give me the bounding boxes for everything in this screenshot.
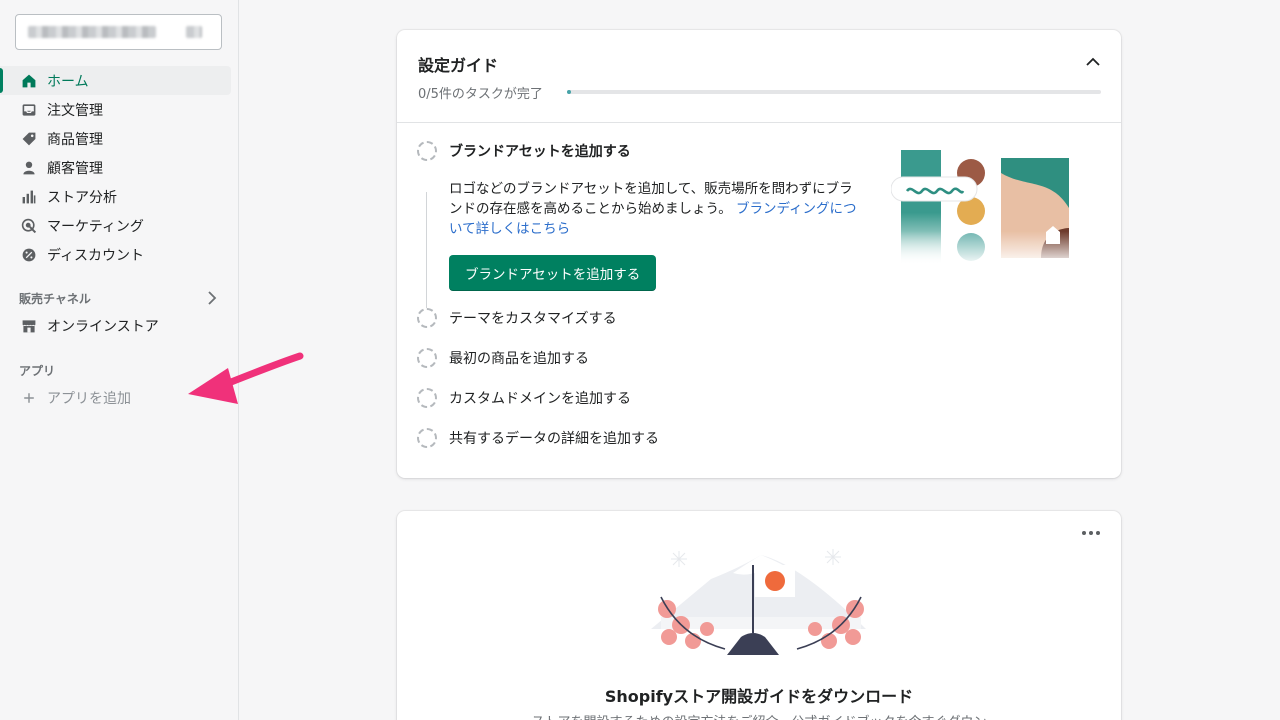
store-name-redacted xyxy=(186,26,202,38)
nav-item-marketing[interactable]: マーケティング xyxy=(0,211,231,240)
setup-guide-title: 設定ガイド xyxy=(418,56,499,75)
store-icon xyxy=(20,317,38,335)
nav-item-analytics[interactable]: ストア分析 xyxy=(0,182,231,211)
dashed-circle-icon[interactable] xyxy=(417,428,437,448)
download-guide-title: Shopifyストア開設ガイドをダウンロード xyxy=(604,687,914,706)
nav-item-discounts[interactable]: ディスカウント xyxy=(0,240,231,269)
nav-item-home[interactable]: ホーム xyxy=(0,66,231,95)
sales-channels-heading: 販売チャネル xyxy=(19,288,219,308)
task-description: ロゴなどのブランドアセットを追加して、販売場所を問わずにブランドの存在感を高める… xyxy=(449,179,859,239)
nav-label: ホーム xyxy=(47,73,89,90)
store-selector[interactable] xyxy=(15,14,222,50)
apps-nav: アプリを追加 xyxy=(0,383,239,412)
task-item[interactable]: 最初の商品を追加する xyxy=(417,348,589,368)
discount-icon xyxy=(20,246,38,264)
progress-bar-fill xyxy=(567,90,571,94)
apps-heading: アプリ xyxy=(19,360,219,380)
nav-item-products[interactable]: 商品管理 xyxy=(0,124,231,153)
task-item[interactable]: ブランドアセットを追加する xyxy=(417,141,631,161)
japan-flag-illustration xyxy=(651,549,866,655)
brand-assets-illustration xyxy=(891,150,1079,266)
progress-text: 0/5件のタスクが完了 xyxy=(418,87,543,102)
dashed-circle-icon[interactable] xyxy=(417,141,437,161)
section-heading-label: アプリ xyxy=(19,363,56,378)
dashed-circle-icon[interactable] xyxy=(417,348,437,368)
chevron-up-icon[interactable] xyxy=(1083,52,1103,72)
setup-guide-card: 設定ガイド 0/5件のタスクが完了 ブランドアセットを追加する ロゴなどのブラン… xyxy=(397,30,1121,478)
task-label: 最初の商品を追加する xyxy=(449,351,589,367)
add-app-button[interactable]: アプリを追加 xyxy=(0,383,231,412)
task-label: ブランドアセットを追加する xyxy=(449,144,631,160)
task-item[interactable]: 共有するデータの詳細を追加する xyxy=(417,428,659,448)
nav-label: ストア分析 xyxy=(47,189,117,206)
nav-label: オンラインストア xyxy=(47,318,159,335)
section-heading-label: 販売チャネル xyxy=(19,291,91,306)
person-icon xyxy=(20,159,38,177)
task-connector xyxy=(426,192,427,308)
progress-bar xyxy=(567,90,1101,94)
nav-item-online-store[interactable]: オンラインストア xyxy=(0,311,231,340)
download-guide-subtitle: ストアを開設するための設定方法をご紹介。公式ガイドブックを今すぐダウン xyxy=(397,711,1121,720)
nav-label: アプリを追加 xyxy=(47,390,131,407)
divider xyxy=(397,122,1121,123)
nav-label: 商品管理 xyxy=(47,131,103,148)
sidebar: ホーム 注文管理 商品管理 顧客管理 ストア分析 マーケティング ディスカウント… xyxy=(0,0,239,720)
download-guide-card: Shopifyストア開設ガイドをダウンロード ストアを開設するための設定方法をご… xyxy=(397,511,1121,720)
add-brand-assets-button[interactable]: ブランドアセットを追加する xyxy=(449,255,657,291)
task-item[interactable]: カスタムドメインを追加する xyxy=(417,388,631,408)
nav-item-orders[interactable]: 注文管理 xyxy=(0,95,231,124)
nav-label: ディスカウント xyxy=(47,247,145,264)
nav-label: 注文管理 xyxy=(47,102,103,119)
target-icon xyxy=(20,217,38,235)
store-name-redacted xyxy=(28,26,156,38)
main-nav: ホーム 注文管理 商品管理 顧客管理 ストア分析 マーケティング ディスカウント xyxy=(0,66,239,269)
nav-label: マーケティング xyxy=(47,218,144,235)
task-label: カスタムドメインを追加する xyxy=(449,391,631,407)
task-label: 共有するデータの詳細を追加する xyxy=(449,431,659,447)
bar-chart-icon xyxy=(20,188,38,206)
dashed-circle-icon[interactable] xyxy=(417,308,437,328)
nav-label: 顧客管理 xyxy=(47,160,103,177)
sales-channels-nav: オンラインストア xyxy=(0,311,239,340)
nav-item-customers[interactable]: 顧客管理 xyxy=(0,153,231,182)
inbox-icon xyxy=(20,101,38,119)
task-item[interactable]: テーマをカスタマイズする xyxy=(417,308,617,328)
task-label: テーマをカスタマイズする xyxy=(449,311,617,327)
home-icon xyxy=(20,72,38,90)
plus-icon xyxy=(20,389,38,407)
dashed-circle-icon[interactable] xyxy=(417,388,437,408)
tag-icon xyxy=(20,130,38,148)
more-options-icon[interactable] xyxy=(1079,525,1103,541)
chevron-right-icon[interactable] xyxy=(205,290,219,309)
